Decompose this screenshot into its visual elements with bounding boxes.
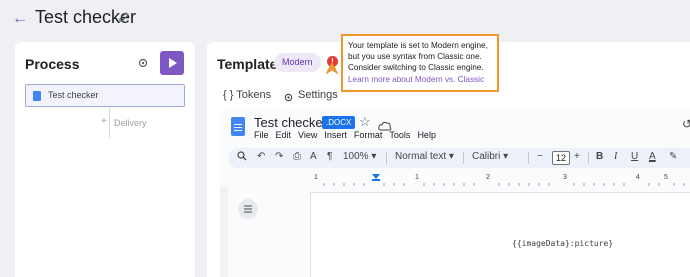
tab-settings[interactable]: Settings	[298, 89, 338, 101]
tooltip-line: but you use syntax from Classic one.	[348, 52, 482, 62]
ruler-number: 1	[314, 174, 318, 181]
ruler-number: 3	[563, 174, 567, 181]
toolbar-divider	[588, 152, 589, 164]
underline-button[interactable]: U	[631, 151, 638, 162]
engine-warning-tooltip: Your template is set to Modern engine, b…	[341, 34, 499, 92]
gear-icon	[283, 90, 294, 108]
step-connector	[109, 108, 110, 138]
history-icon[interactable]: ↺	[682, 117, 690, 131]
ruler-ticks	[323, 183, 685, 186]
indent-marker-bar[interactable]	[372, 179, 380, 181]
search-icon[interactable]	[237, 151, 247, 164]
menu-edit[interactable]: Edit	[276, 130, 292, 140]
google-doc-icon[interactable]	[231, 117, 245, 136]
toolbar-divider	[463, 152, 464, 164]
process-title: Process	[25, 56, 80, 72]
process-panel: Process Test checker + Delivery	[15, 42, 195, 277]
toolbar-divider	[528, 152, 529, 164]
tab-label: Tokens	[236, 89, 272, 101]
document-outline-icon[interactable]	[238, 199, 258, 219]
run-button[interactable]	[160, 51, 184, 75]
pencil-icon[interactable]	[118, 10, 130, 28]
vertical-ruler	[220, 186, 228, 277]
back-arrow-icon[interactable]: ←	[12, 10, 28, 28]
font-value: Calibri	[472, 151, 501, 162]
play-icon	[169, 58, 177, 68]
doc-editor: Test checker .DOCX ☆ File Edit View Inse…	[220, 110, 690, 277]
doc-toolbar: ↶ ↷ ⎙ A ¶ 100% ▾ Normal text ▾ Calibri ▾…	[228, 148, 690, 168]
horizontal-ruler: 1 1 2 3 4 5	[314, 174, 690, 186]
menu-format[interactable]: Format	[354, 130, 383, 140]
tooltip-line: Consider switching to Classic engine.	[348, 63, 484, 73]
star-icon[interactable]: ☆	[359, 114, 371, 130]
italic-button[interactable]: I	[614, 151, 617, 162]
docx-badge: .DOCX	[322, 116, 356, 129]
font-size-input[interactable]: 12	[552, 151, 570, 165]
style-value: Normal text	[395, 151, 447, 162]
template-title: Template	[217, 56, 278, 72]
plus-icon[interactable]: +	[101, 116, 107, 127]
ruler-number: 4	[636, 174, 640, 181]
menu-view[interactable]: View	[298, 130, 317, 140]
font-select[interactable]: Calibri ▾	[472, 151, 508, 162]
delivery-label[interactable]: Delivery	[114, 118, 147, 128]
tab-tokens[interactable]: { } Tokens	[223, 89, 271, 101]
redo-icon[interactable]: ↷	[275, 151, 283, 162]
increase-font-size-button[interactable]: +	[574, 151, 580, 162]
spellcheck-icon[interactable]: A	[310, 151, 317, 162]
engine-badge[interactable]: Modern	[274, 53, 321, 72]
undo-icon[interactable]: ↶	[257, 151, 265, 162]
ruler-number: 2	[486, 174, 490, 181]
zoom-value: 100%	[343, 151, 369, 162]
menu-insert[interactable]: Insert	[324, 130, 347, 140]
document-body-text[interactable]: {{imageData}:picture}	[512, 239, 613, 248]
menu-tools[interactable]: Tools	[389, 130, 410, 140]
decrease-font-size-button[interactable]: −	[537, 151, 543, 162]
zoom-select[interactable]: 100% ▾	[343, 151, 376, 162]
mouse-cursor-icon	[324, 58, 340, 81]
app-header: ← Test checker	[0, 0, 690, 38]
bold-button[interactable]: B	[596, 151, 603, 162]
doc-menubar: File Edit View Insert Format Tools Help	[254, 130, 436, 140]
menu-help[interactable]: Help	[417, 130, 436, 140]
ruler-number: 1	[415, 174, 419, 181]
step-label: Test checker	[48, 90, 99, 100]
highlight-icon[interactable]: ✎	[669, 151, 677, 162]
google-doc-icon	[33, 91, 41, 101]
gear-icon[interactable]	[137, 56, 149, 74]
step-test-checker[interactable]: Test checker	[25, 84, 185, 107]
document-page[interactable]: {{imageData}:picture}	[310, 192, 690, 277]
doc-title[interactable]: Test checker	[254, 115, 327, 130]
text-color-button[interactable]: A	[649, 151, 656, 162]
learn-more-link[interactable]: Learn more about Modern vs. Classic	[348, 74, 492, 85]
style-select[interactable]: Normal text ▾	[395, 151, 454, 162]
ruler-number: 5	[664, 174, 668, 181]
toolbar-divider	[386, 152, 387, 164]
tooltip-line: Your template is set to Modern engine,	[348, 41, 488, 50]
menu-file[interactable]: File	[254, 130, 269, 140]
paint-format-icon[interactable]: ¶	[327, 151, 332, 162]
print-icon[interactable]: ⎙	[293, 151, 301, 162]
braces-icon: { }	[223, 89, 234, 101]
